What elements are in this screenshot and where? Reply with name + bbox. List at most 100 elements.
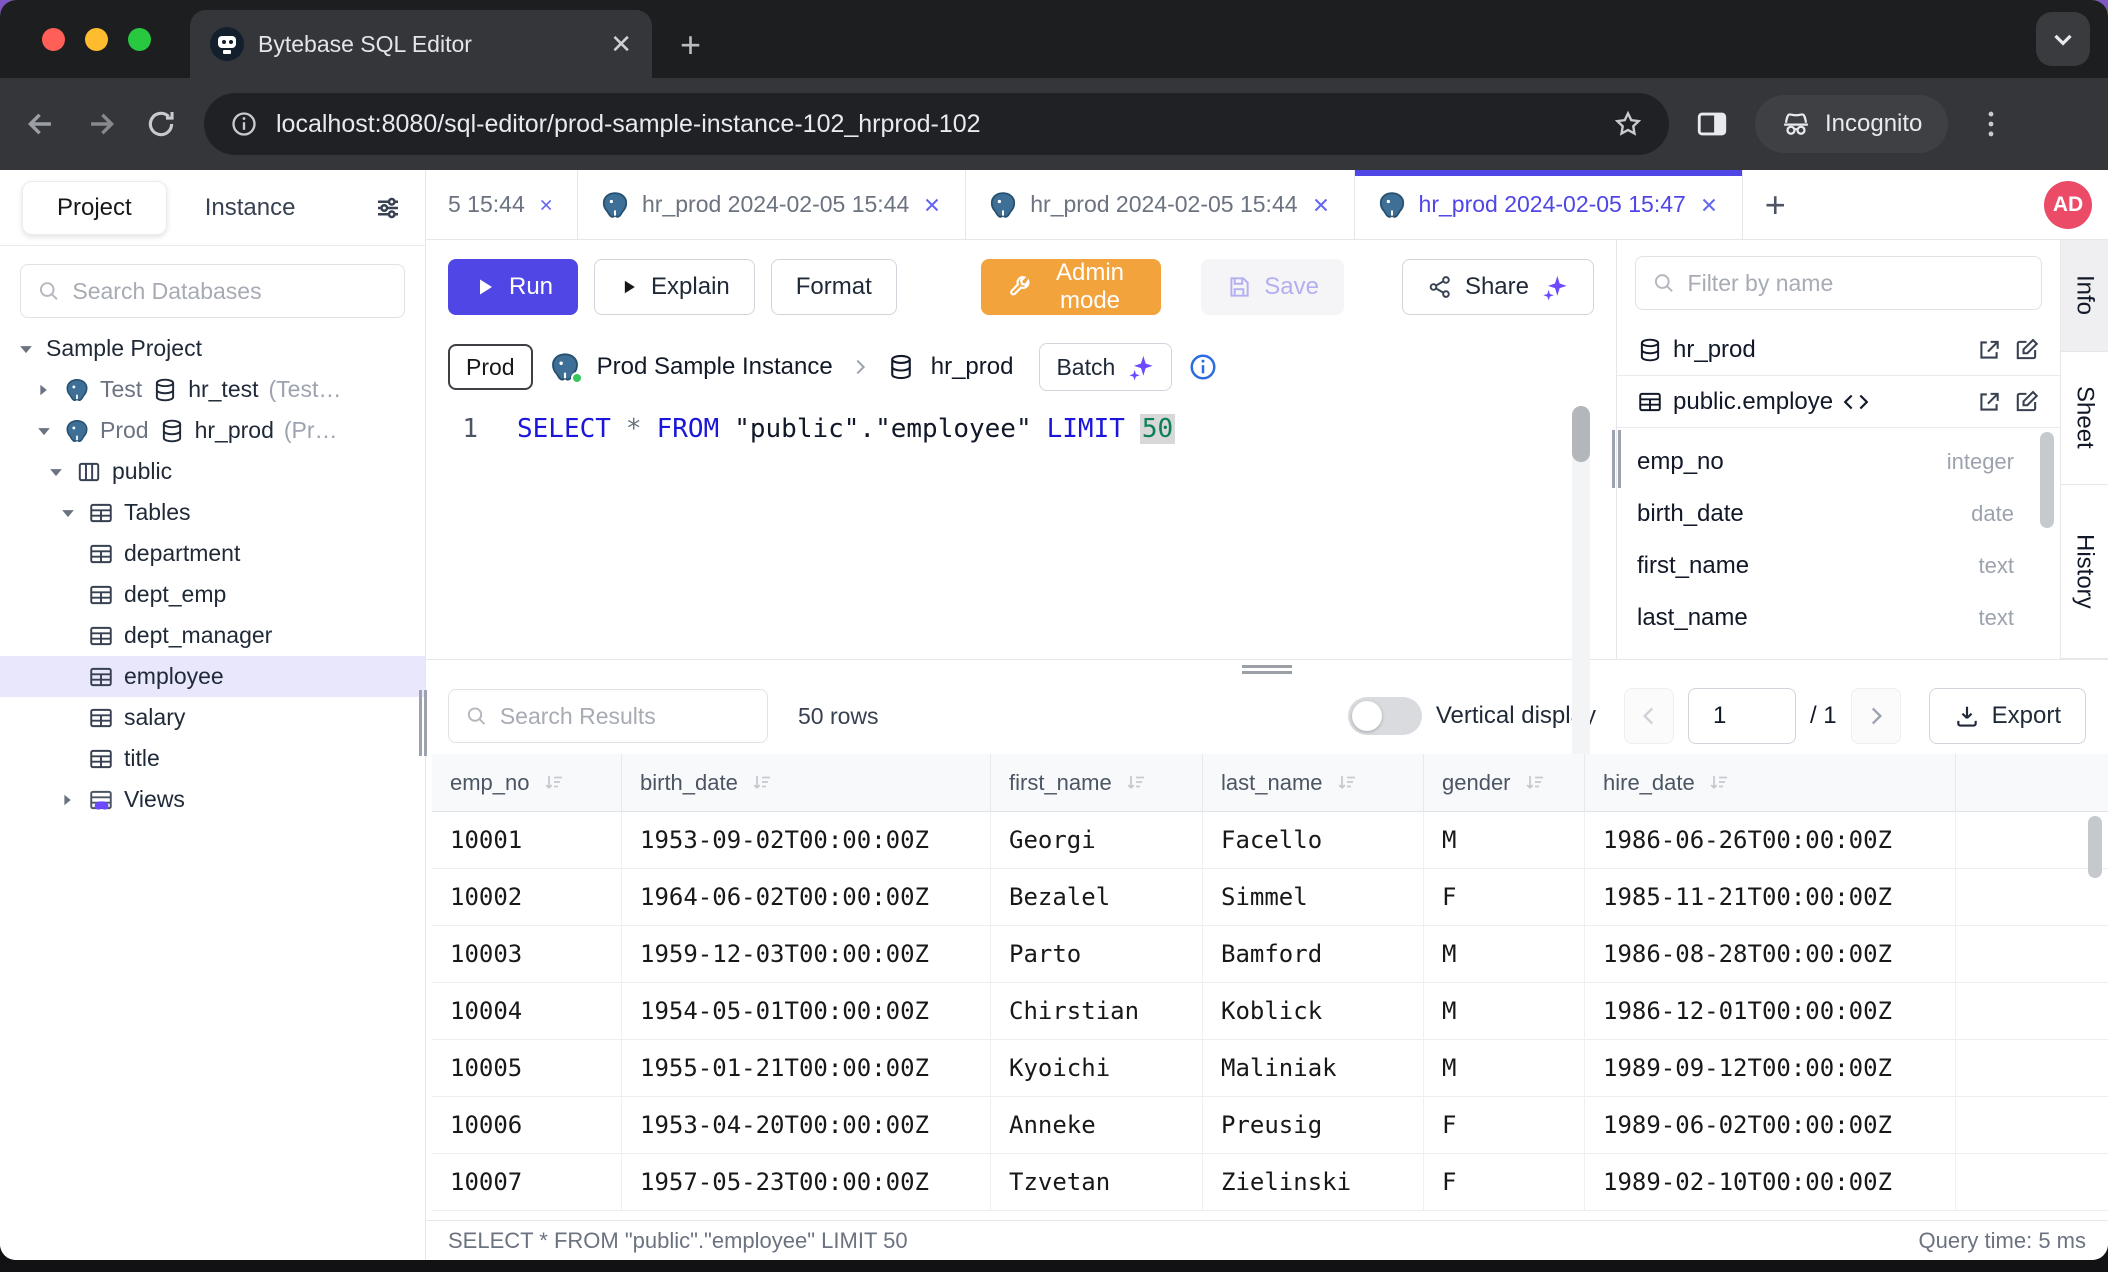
info-icon[interactable] bbox=[1188, 352, 1218, 382]
cell[interactable]: 1986-12-01T00:00:00Z bbox=[1585, 983, 1956, 1040]
schema-db-row[interactable]: hr_prod bbox=[1617, 324, 2060, 376]
sort-icon[interactable] bbox=[1335, 771, 1359, 795]
column-header-gender[interactable]: gender bbox=[1424, 754, 1585, 812]
cell[interactable]: 1989-02-10T00:00:00Z bbox=[1585, 1154, 1956, 1211]
tree-item-table-dept-emp[interactable]: dept_emp bbox=[0, 574, 425, 615]
url-text[interactable]: localhost:8080/sql-editor/prod-sample-in… bbox=[276, 110, 1595, 139]
cell[interactable]: Koblick bbox=[1203, 983, 1424, 1040]
database-search[interactable] bbox=[20, 264, 405, 318]
explain-button[interactable]: Explain bbox=[594, 259, 755, 315]
cell[interactable]: 10002 bbox=[432, 869, 622, 926]
sort-icon[interactable] bbox=[1523, 771, 1547, 795]
editor-tab-1[interactable]: 5 15:44 bbox=[426, 170, 578, 239]
sort-icon[interactable] bbox=[1707, 771, 1731, 795]
cell[interactable]: Bamford bbox=[1203, 926, 1424, 983]
cell[interactable]: 10006 bbox=[432, 1097, 622, 1154]
cell[interactable]: 1989-09-12T00:00:00Z bbox=[1585, 1040, 1956, 1097]
database-search-input[interactable] bbox=[72, 278, 388, 305]
schema-filter-input[interactable] bbox=[1688, 270, 2025, 297]
caret-right-icon[interactable] bbox=[58, 791, 76, 809]
external-link-icon[interactable] bbox=[1976, 389, 2002, 415]
address-bar[interactable]: localhost:8080/sql-editor/prod-sample-in… bbox=[204, 93, 1669, 155]
cell[interactable]: Simmel bbox=[1203, 869, 1424, 926]
tree-item-hr-test[interactable]: Test hr_test (Test… bbox=[0, 369, 425, 410]
cell[interactable]: M bbox=[1424, 926, 1585, 983]
schema-filter[interactable] bbox=[1635, 256, 2042, 310]
column-list-scrollbar[interactable] bbox=[2040, 432, 2054, 528]
cell[interactable]: F bbox=[1424, 869, 1585, 926]
next-page-button[interactable] bbox=[1851, 688, 1901, 744]
cell[interactable]: 10004 bbox=[432, 983, 622, 1040]
column-row[interactable]: last_name text bbox=[1637, 592, 2040, 644]
cell[interactable]: Chirstian bbox=[991, 983, 1203, 1040]
browser-tab[interactable]: Bytebase SQL Editor ✕ bbox=[190, 10, 652, 78]
new-tab-button[interactable]: + bbox=[680, 24, 701, 66]
tree-item-views-group[interactable]: Views bbox=[0, 779, 425, 820]
cell[interactable]: Maliniak bbox=[1203, 1040, 1424, 1097]
tab-info[interactable]: Info bbox=[2061, 240, 2108, 352]
tab-search-button[interactable] bbox=[2036, 12, 2090, 66]
cell[interactable]: 1954-05-01T00:00:00Z bbox=[622, 983, 991, 1040]
reload-icon[interactable] bbox=[144, 107, 178, 141]
cell[interactable]: 10003 bbox=[432, 926, 622, 983]
editor-scrollbar[interactable] bbox=[1572, 406, 1590, 796]
tab-history[interactable]: History bbox=[2061, 485, 2108, 659]
cell[interactable]: Anneke bbox=[991, 1097, 1203, 1154]
cell[interactable]: Kyoichi bbox=[991, 1040, 1203, 1097]
editor-tab-4-active[interactable]: hr_prod 2024-02-05 15:47 bbox=[1355, 170, 1743, 239]
minimize-window-button[interactable] bbox=[85, 28, 108, 51]
cell[interactable]: F bbox=[1424, 1154, 1585, 1211]
caret-down-icon[interactable] bbox=[34, 421, 54, 441]
cell[interactable]: 1986-08-28T00:00:00Z bbox=[1585, 926, 1956, 983]
tree-item-project[interactable]: Sample Project bbox=[0, 328, 425, 369]
editor-tab-2[interactable]: hr_prod 2024-02-05 15:44 bbox=[578, 170, 966, 239]
cell[interactable]: Bezalel bbox=[991, 869, 1203, 926]
tree-item-table-dept-manager[interactable]: dept_manager bbox=[0, 615, 425, 656]
tree-item-tables-group[interactable]: Tables bbox=[0, 492, 425, 533]
cell[interactable]: 1986-06-26T00:00:00Z bbox=[1585, 812, 1956, 869]
browser-menu-icon[interactable] bbox=[1974, 107, 2008, 141]
cell[interactable]: 10001 bbox=[432, 812, 622, 869]
cell[interactable]: M bbox=[1424, 983, 1585, 1040]
schema-table-row[interactable]: public.employe bbox=[1617, 376, 2060, 428]
tree-item-table-department[interactable]: department bbox=[0, 533, 425, 574]
column-header-birth-date[interactable]: birth_date bbox=[622, 754, 991, 812]
back-icon[interactable] bbox=[24, 107, 58, 141]
close-window-button[interactable] bbox=[42, 28, 65, 51]
caret-down-icon[interactable] bbox=[46, 462, 66, 482]
results-search-input[interactable] bbox=[500, 703, 751, 730]
cell[interactable]: 1953-04-20T00:00:00Z bbox=[622, 1097, 991, 1154]
environment-chip[interactable]: Prod bbox=[448, 344, 533, 390]
caret-down-icon[interactable] bbox=[58, 503, 78, 523]
sort-icon[interactable] bbox=[1124, 771, 1148, 795]
side-panel-icon[interactable] bbox=[1695, 107, 1729, 141]
cell[interactable]: Parto bbox=[991, 926, 1203, 983]
vertical-display-toggle[interactable] bbox=[1348, 697, 1422, 735]
run-button[interactable]: Run bbox=[448, 259, 578, 315]
close-tab-icon[interactable] bbox=[1310, 194, 1332, 216]
cell[interactable]: 1955-01-21T00:00:00Z bbox=[622, 1040, 991, 1097]
prev-page-button[interactable] bbox=[1624, 688, 1674, 744]
export-button[interactable]: Export bbox=[1929, 688, 2086, 744]
cell[interactable]: 1985-11-21T00:00:00Z bbox=[1585, 869, 1956, 926]
tree-item-schema-public[interactable]: public bbox=[0, 451, 425, 492]
save-button[interactable]: Save bbox=[1201, 259, 1344, 315]
cell[interactable]: Preusig bbox=[1203, 1097, 1424, 1154]
cell[interactable]: 10007 bbox=[432, 1154, 622, 1211]
tab-instance[interactable]: Instance bbox=[175, 194, 326, 222]
sort-icon[interactable] bbox=[750, 771, 774, 795]
instance-name[interactable]: Prod Sample Instance bbox=[597, 353, 833, 381]
sql-line-1[interactable]: 1 SELECT * FROM "public"."employee" LIMI… bbox=[426, 400, 1616, 444]
close-tab-icon[interactable] bbox=[1698, 194, 1720, 216]
code-icon[interactable] bbox=[1843, 389, 1869, 415]
column-header-first-name[interactable]: first_name bbox=[991, 754, 1203, 812]
batch-button[interactable]: Batch bbox=[1039, 343, 1172, 391]
sidebar-resize-handle[interactable] bbox=[419, 690, 427, 756]
cell[interactable]: M bbox=[1424, 812, 1585, 869]
sort-icon[interactable] bbox=[542, 771, 566, 795]
user-avatar[interactable]: AD bbox=[2044, 181, 2092, 229]
tree-item-table-title[interactable]: title bbox=[0, 738, 425, 779]
tree-item-hr-prod[interactable]: Prod hr_prod (Pr… bbox=[0, 410, 425, 451]
tree-item-table-salary[interactable]: salary bbox=[0, 697, 425, 738]
cell[interactable]: 1957-05-23T00:00:00Z bbox=[622, 1154, 991, 1211]
